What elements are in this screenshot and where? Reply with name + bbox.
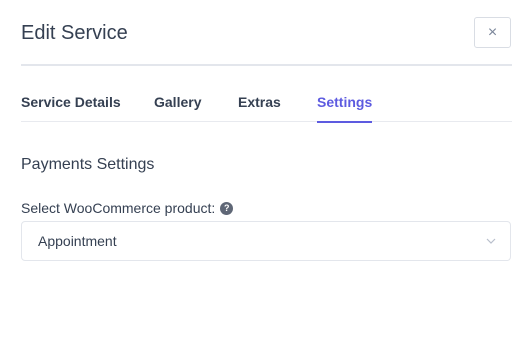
- tab-extras[interactable]: Extras: [238, 94, 281, 122]
- question-circle-icon[interactable]: ?: [220, 202, 234, 215]
- tab-service-details[interactable]: Service Details: [21, 94, 121, 122]
- close-button[interactable]: ×: [474, 17, 511, 48]
- woocommerce-product-select[interactable]: Appointment: [21, 221, 511, 261]
- payments-settings-title: Payments Settings: [21, 156, 155, 173]
- tab-bar: Service Details Gallery Extras Settings: [21, 94, 512, 123]
- close-icon: ×: [487, 23, 498, 41]
- modal-title: Edit Service: [21, 22, 128, 44]
- header-divider: [21, 64, 512, 66]
- tab-gallery[interactable]: Gallery: [154, 94, 201, 122]
- tab-settings[interactable]: Settings: [317, 94, 373, 123]
- selected-product-value: Appointment: [38, 233, 117, 249]
- product-field-label: Select WooCommerce product: ?: [21, 200, 234, 217]
- product-label-text: Select WooCommerce product:: [21, 200, 216, 216]
- chevron-down-icon: [486, 238, 496, 244]
